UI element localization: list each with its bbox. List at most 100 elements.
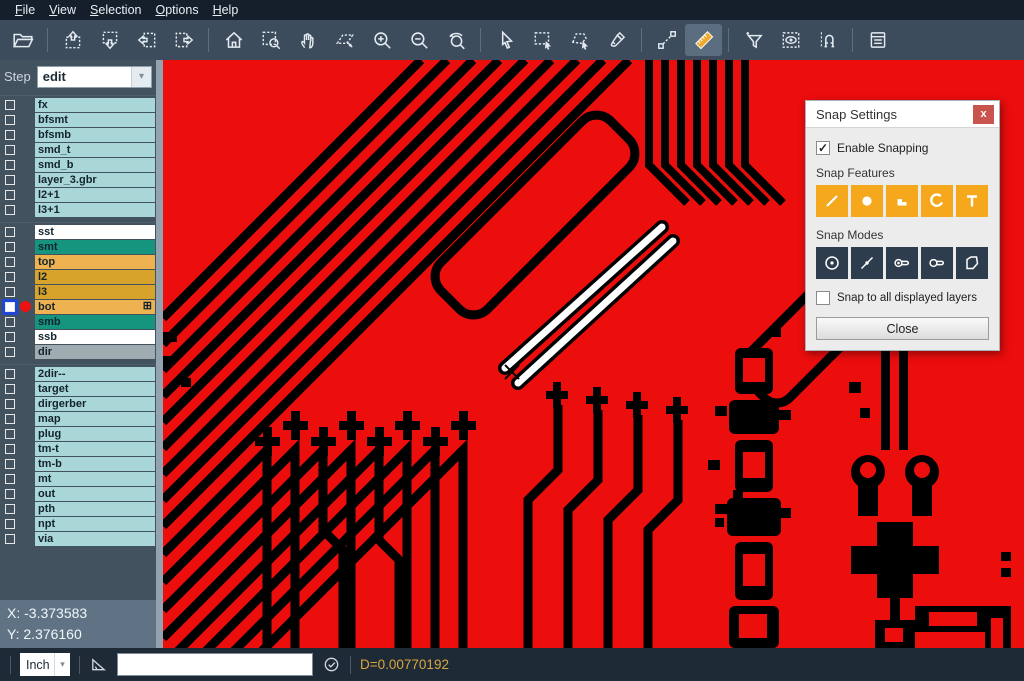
layer-visibility-checkbox[interactable] [5, 459, 15, 469]
menu-help[interactable]: Help [206, 3, 246, 17]
snap-settings-button[interactable] [809, 24, 846, 56]
snap-mode-center-button[interactable] [816, 247, 848, 279]
dialog-close-action-button[interactable]: Close [816, 317, 989, 340]
layer-visibility-checkbox[interactable] [5, 130, 15, 140]
view-options-button[interactable] [772, 24, 809, 56]
menu-selection[interactable]: Selection [83, 3, 148, 17]
enable-snapping-checkbox[interactable] [816, 141, 830, 155]
layer-row[interactable]: 2dir-- [0, 366, 156, 381]
zoom-out-button[interactable] [400, 24, 437, 56]
layer-row[interactable]: smb [0, 314, 156, 329]
layer-visibility-checkbox[interactable] [5, 369, 15, 379]
layer-visibility-checkbox[interactable] [5, 474, 15, 484]
layer-row[interactable]: smd_b [0, 157, 156, 172]
zoom-in-button[interactable] [363, 24, 400, 56]
layer-visibility-checkbox[interactable] [5, 534, 15, 544]
layer-visibility-checkbox[interactable] [5, 100, 15, 110]
sidebar-splitter[interactable] [156, 60, 163, 648]
layer-row[interactable]: bot⊞ [0, 299, 156, 314]
pcb-canvas[interactable]: Snap Settings x Enable Snapping Snap Fea… [163, 60, 1024, 648]
layer-row[interactable]: smt [0, 239, 156, 254]
layer-row[interactable]: top [0, 254, 156, 269]
measure-line-button[interactable] [648, 24, 685, 56]
menu-view[interactable]: View [42, 3, 83, 17]
layer-row[interactable]: tm-t [0, 441, 156, 456]
snap-feature-pad-button[interactable] [851, 185, 883, 217]
snap-feature-line-button[interactable] [816, 185, 848, 217]
layer-visibility-checkbox[interactable] [5, 115, 15, 125]
layer-row[interactable]: mt [0, 471, 156, 486]
snap-feature-arc-button[interactable] [921, 185, 953, 217]
layer-row[interactable]: layer_3.gbr [0, 172, 156, 187]
pan-down-button[interactable] [91, 24, 128, 56]
snap-feature-surface-button[interactable] [886, 185, 918, 217]
layer-row[interactable]: l3+1 [0, 202, 156, 217]
layer-row[interactable]: l2+1 [0, 187, 156, 202]
snap-mode-vertex-button[interactable] [956, 247, 988, 279]
apply-check-icon[interactable] [322, 655, 341, 674]
layer-visibility-checkbox[interactable] [5, 414, 15, 424]
select-polygon-button[interactable] [561, 24, 598, 56]
zoom-dynamic-button[interactable] [326, 24, 363, 56]
command-input[interactable] [117, 653, 313, 676]
snap-feature-text-button[interactable] [956, 185, 988, 217]
zoom-window-button[interactable] [252, 24, 289, 56]
menu-options[interactable]: Options [148, 3, 205, 17]
step-select[interactable]: edit ▾ [37, 66, 152, 88]
layer-visibility-checkbox[interactable] [5, 347, 15, 357]
layer-visibility-checkbox[interactable] [5, 227, 15, 237]
layer-row[interactable]: bfsmb [0, 127, 156, 142]
filter-button[interactable] [735, 24, 772, 56]
layer-row[interactable]: ssb [0, 329, 156, 344]
layer-row[interactable]: bfsmt [0, 112, 156, 127]
brush-button[interactable] [598, 24, 635, 56]
layer-row[interactable]: tm-b [0, 456, 156, 471]
dialog-title-bar[interactable]: Snap Settings x [806, 101, 999, 128]
layer-visibility-checkbox[interactable] [5, 257, 15, 267]
layer-visibility-checkbox[interactable] [5, 489, 15, 499]
layer-visibility-checkbox[interactable] [5, 242, 15, 252]
layer-table-button[interactable] [859, 24, 896, 56]
layer-row[interactable]: map [0, 411, 156, 426]
layer-visibility-checkbox[interactable] [5, 287, 15, 297]
layer-visibility-checkbox[interactable] [5, 444, 15, 454]
layer-visibility-checkbox[interactable] [5, 332, 15, 342]
pan-up-button[interactable] [54, 24, 91, 56]
layer-visibility-checkbox[interactable] [5, 272, 15, 282]
open-file-button[interactable] [4, 24, 41, 56]
layer-visibility-checkbox[interactable] [5, 399, 15, 409]
snap-mode-slot-end-button[interactable] [921, 247, 953, 279]
layer-row[interactable]: l3 [0, 284, 156, 299]
layer-row[interactable]: smd_t [0, 142, 156, 157]
layer-visibility-checkbox[interactable] [5, 384, 15, 394]
select-rectangle-button[interactable] [524, 24, 561, 56]
layer-row[interactable]: sst [0, 224, 156, 239]
dialog-close-button[interactable]: x [973, 105, 994, 124]
menu-file[interactable]: File [8, 3, 42, 17]
layer-row[interactable]: dirgerber [0, 396, 156, 411]
snap-all-layers-checkbox[interactable] [816, 291, 830, 305]
pan-hand-button[interactable] [289, 24, 326, 56]
layer-visibility-checkbox[interactable] [5, 317, 15, 327]
layer-visibility-checkbox[interactable] [5, 205, 15, 215]
layer-visibility-checkbox[interactable] [5, 504, 15, 514]
layer-visibility-checkbox[interactable] [5, 190, 15, 200]
layer-row[interactable]: target [0, 381, 156, 396]
layer-row[interactable]: out [0, 486, 156, 501]
layer-row[interactable]: via [0, 531, 156, 546]
units-select[interactable]: Inch ▾ [20, 653, 70, 676]
layer-visibility-checkbox[interactable] [5, 145, 15, 155]
layer-row[interactable]: l2 [0, 269, 156, 284]
layer-visibility-checkbox[interactable] [5, 160, 15, 170]
snap-mode-slot-end-filled-button[interactable] [886, 247, 918, 279]
layer-visibility-checkbox[interactable] [5, 429, 15, 439]
layer-row[interactable]: plug [0, 426, 156, 441]
snap-mode-midpoint-button[interactable] [851, 247, 883, 279]
measure-ruler-button[interactable] [685, 24, 722, 56]
layer-row[interactable]: npt [0, 516, 156, 531]
zoom-previous-button[interactable] [437, 24, 474, 56]
pan-right-button[interactable] [165, 24, 202, 56]
layer-visibility-checkbox[interactable] [5, 302, 15, 312]
layer-row[interactable]: fx [0, 97, 156, 112]
layer-visibility-checkbox[interactable] [5, 519, 15, 529]
